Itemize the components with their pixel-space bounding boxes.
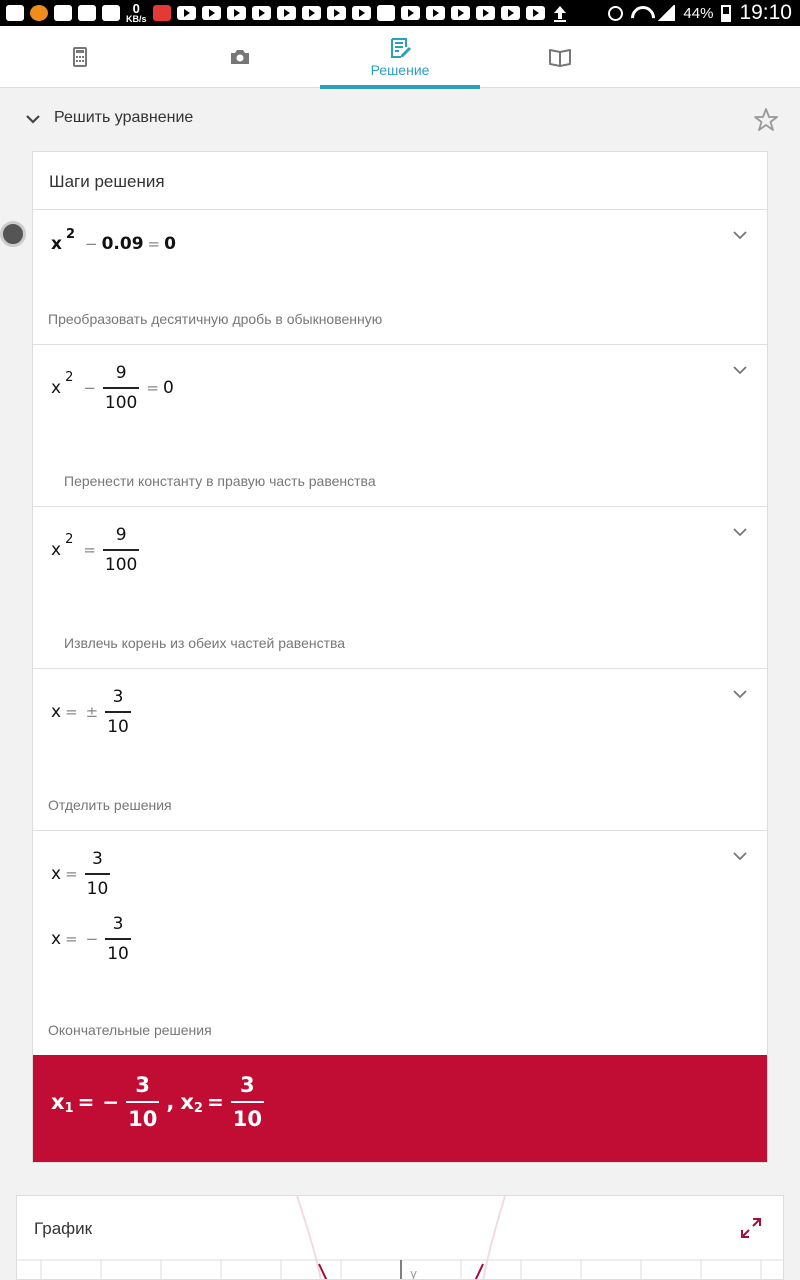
fraction: 3 10: [230, 1073, 264, 1131]
chevron-down-icon[interactable]: [733, 525, 747, 539]
shop-icon: [78, 5, 96, 21]
step-description: Отделить решения: [48, 797, 172, 813]
step-description: Преобразовать десятичную дробь в обыкнов…: [48, 311, 383, 327]
step-expression-positive: x = 3 10: [51, 849, 111, 899]
active-tab-indicator: [320, 85, 480, 89]
fraction: 3 10: [105, 687, 131, 737]
calendar-icon: [152, 5, 171, 21]
youtube-icon: [301, 6, 321, 20]
calculator-icon: [73, 47, 87, 67]
tab-bar: Решение: [0, 26, 800, 89]
step-description: Извлечь корень из обеих частей равенства: [64, 635, 346, 651]
clock: 19:10: [739, 1, 792, 24]
solve-header[interactable]: Решить уравнение: [0, 96, 800, 144]
step-expression-negative: x = − 3 10: [51, 914, 131, 964]
step-description: Окончательные решения: [48, 1022, 212, 1038]
wifi-icon: [631, 6, 649, 20]
app-m-icon: [54, 5, 72, 21]
fraction: 9 100: [102, 525, 140, 575]
notification-icons: 0 KB/s: [6, 2, 569, 24]
email-icon: [376, 5, 395, 21]
solve-title: Решить уравнение: [54, 109, 194, 126]
final-result: x 1 = − 3 10 , x 2 = 3 10: [33, 1055, 767, 1162]
network-speed: 0 KB/s: [126, 2, 147, 24]
youtube-icon: [201, 6, 221, 20]
wifi-floating-button[interactable]: [0, 221, 26, 247]
youtube-icon: [176, 6, 196, 20]
solution-steps-card: Шаги решения x 2 − 0.09 = 0 Преобразоват…: [32, 151, 768, 1163]
step-expression: x = ± 3 10: [51, 687, 131, 737]
youtube-icon: [400, 6, 420, 20]
solution-icon: [391, 38, 411, 58]
step-description: Перенести константу в правую часть равен…: [64, 473, 376, 489]
step-expression: x 2 − 9 100 = 0: [51, 363, 174, 413]
upload-icon: [553, 6, 566, 22]
youtube-icon: [251, 6, 271, 20]
camera-icon: [231, 50, 249, 64]
step-2[interactable]: x 2 − 9 100 = 0 Перенести константу в пр…: [33, 344, 767, 506]
alarm-icon: [608, 5, 624, 21]
graph-axis-label: y: [410, 1267, 417, 1280]
youtube-icon: [475, 6, 495, 20]
battery-percent: 44%: [683, 4, 714, 22]
card-title: Шаги решения: [49, 172, 165, 191]
step-expression: x 2 = 9 100: [51, 525, 140, 575]
speed-unit: KB/s: [126, 13, 147, 24]
step-1[interactable]: x 2 − 0.09 = 0 Преобразовать десятичную …: [33, 209, 767, 344]
youtube-icon: [276, 6, 296, 20]
youtube-icon: [326, 6, 346, 20]
book-icon: [549, 49, 571, 67]
youtube-icon: [425, 6, 445, 20]
step-4[interactable]: x = ± 3 10 Отделить решения: [33, 668, 767, 830]
chevron-down-icon[interactable]: [24, 110, 42, 128]
youtube-icon: [525, 6, 545, 20]
youtube-icon: [450, 6, 470, 20]
tab-camera[interactable]: [160, 26, 320, 88]
result-expression: x 1 = − 3 10 , x 2 = 3 10: [51, 1073, 264, 1131]
bitcoin-icon: [30, 5, 48, 21]
youtube-icon: [226, 6, 246, 20]
chevron-down-icon[interactable]: [733, 849, 747, 863]
chevron-down-icon[interactable]: [733, 687, 747, 701]
add-icon: [6, 5, 24, 21]
fraction: 3 10: [126, 1073, 160, 1131]
tools-icon: [102, 5, 120, 21]
graph-card: График y: [16, 1195, 784, 1280]
step-expression: x 2 − 0.09 = 0: [51, 226, 176, 255]
chevron-down-icon[interactable]: [733, 363, 747, 377]
youtube-icon: [351, 6, 371, 20]
youtube-icon: [500, 6, 520, 20]
tab-book[interactable]: [480, 26, 640, 88]
chevron-down-icon[interactable]: [733, 228, 747, 242]
signal-icon: [657, 5, 676, 21]
tab-calculator[interactable]: [0, 26, 160, 88]
fraction: 3 10: [84, 849, 111, 899]
graph-plot[interactable]: y: [17, 1196, 784, 1280]
star-icon[interactable]: [752, 106, 780, 134]
battery-icon: [721, 4, 732, 22]
system-indicators: 44% 19:10: [608, 1, 792, 24]
step-5[interactable]: x = 3 10 x = − 3 10 Окончательные решени…: [33, 830, 767, 1055]
graph-curve-right: [474, 1263, 484, 1279]
status-bar: 0 KB/s 44% 19:10: [0, 0, 800, 26]
tab-solution-label: Решение: [370, 62, 430, 78]
tab-solution[interactable]: Решение: [320, 26, 480, 89]
step-3[interactable]: x 2 = 9 100 Извлечь корень из обеих част…: [33, 506, 767, 668]
fraction: 3 10: [105, 914, 131, 964]
fraction: 9 100: [102, 363, 140, 413]
